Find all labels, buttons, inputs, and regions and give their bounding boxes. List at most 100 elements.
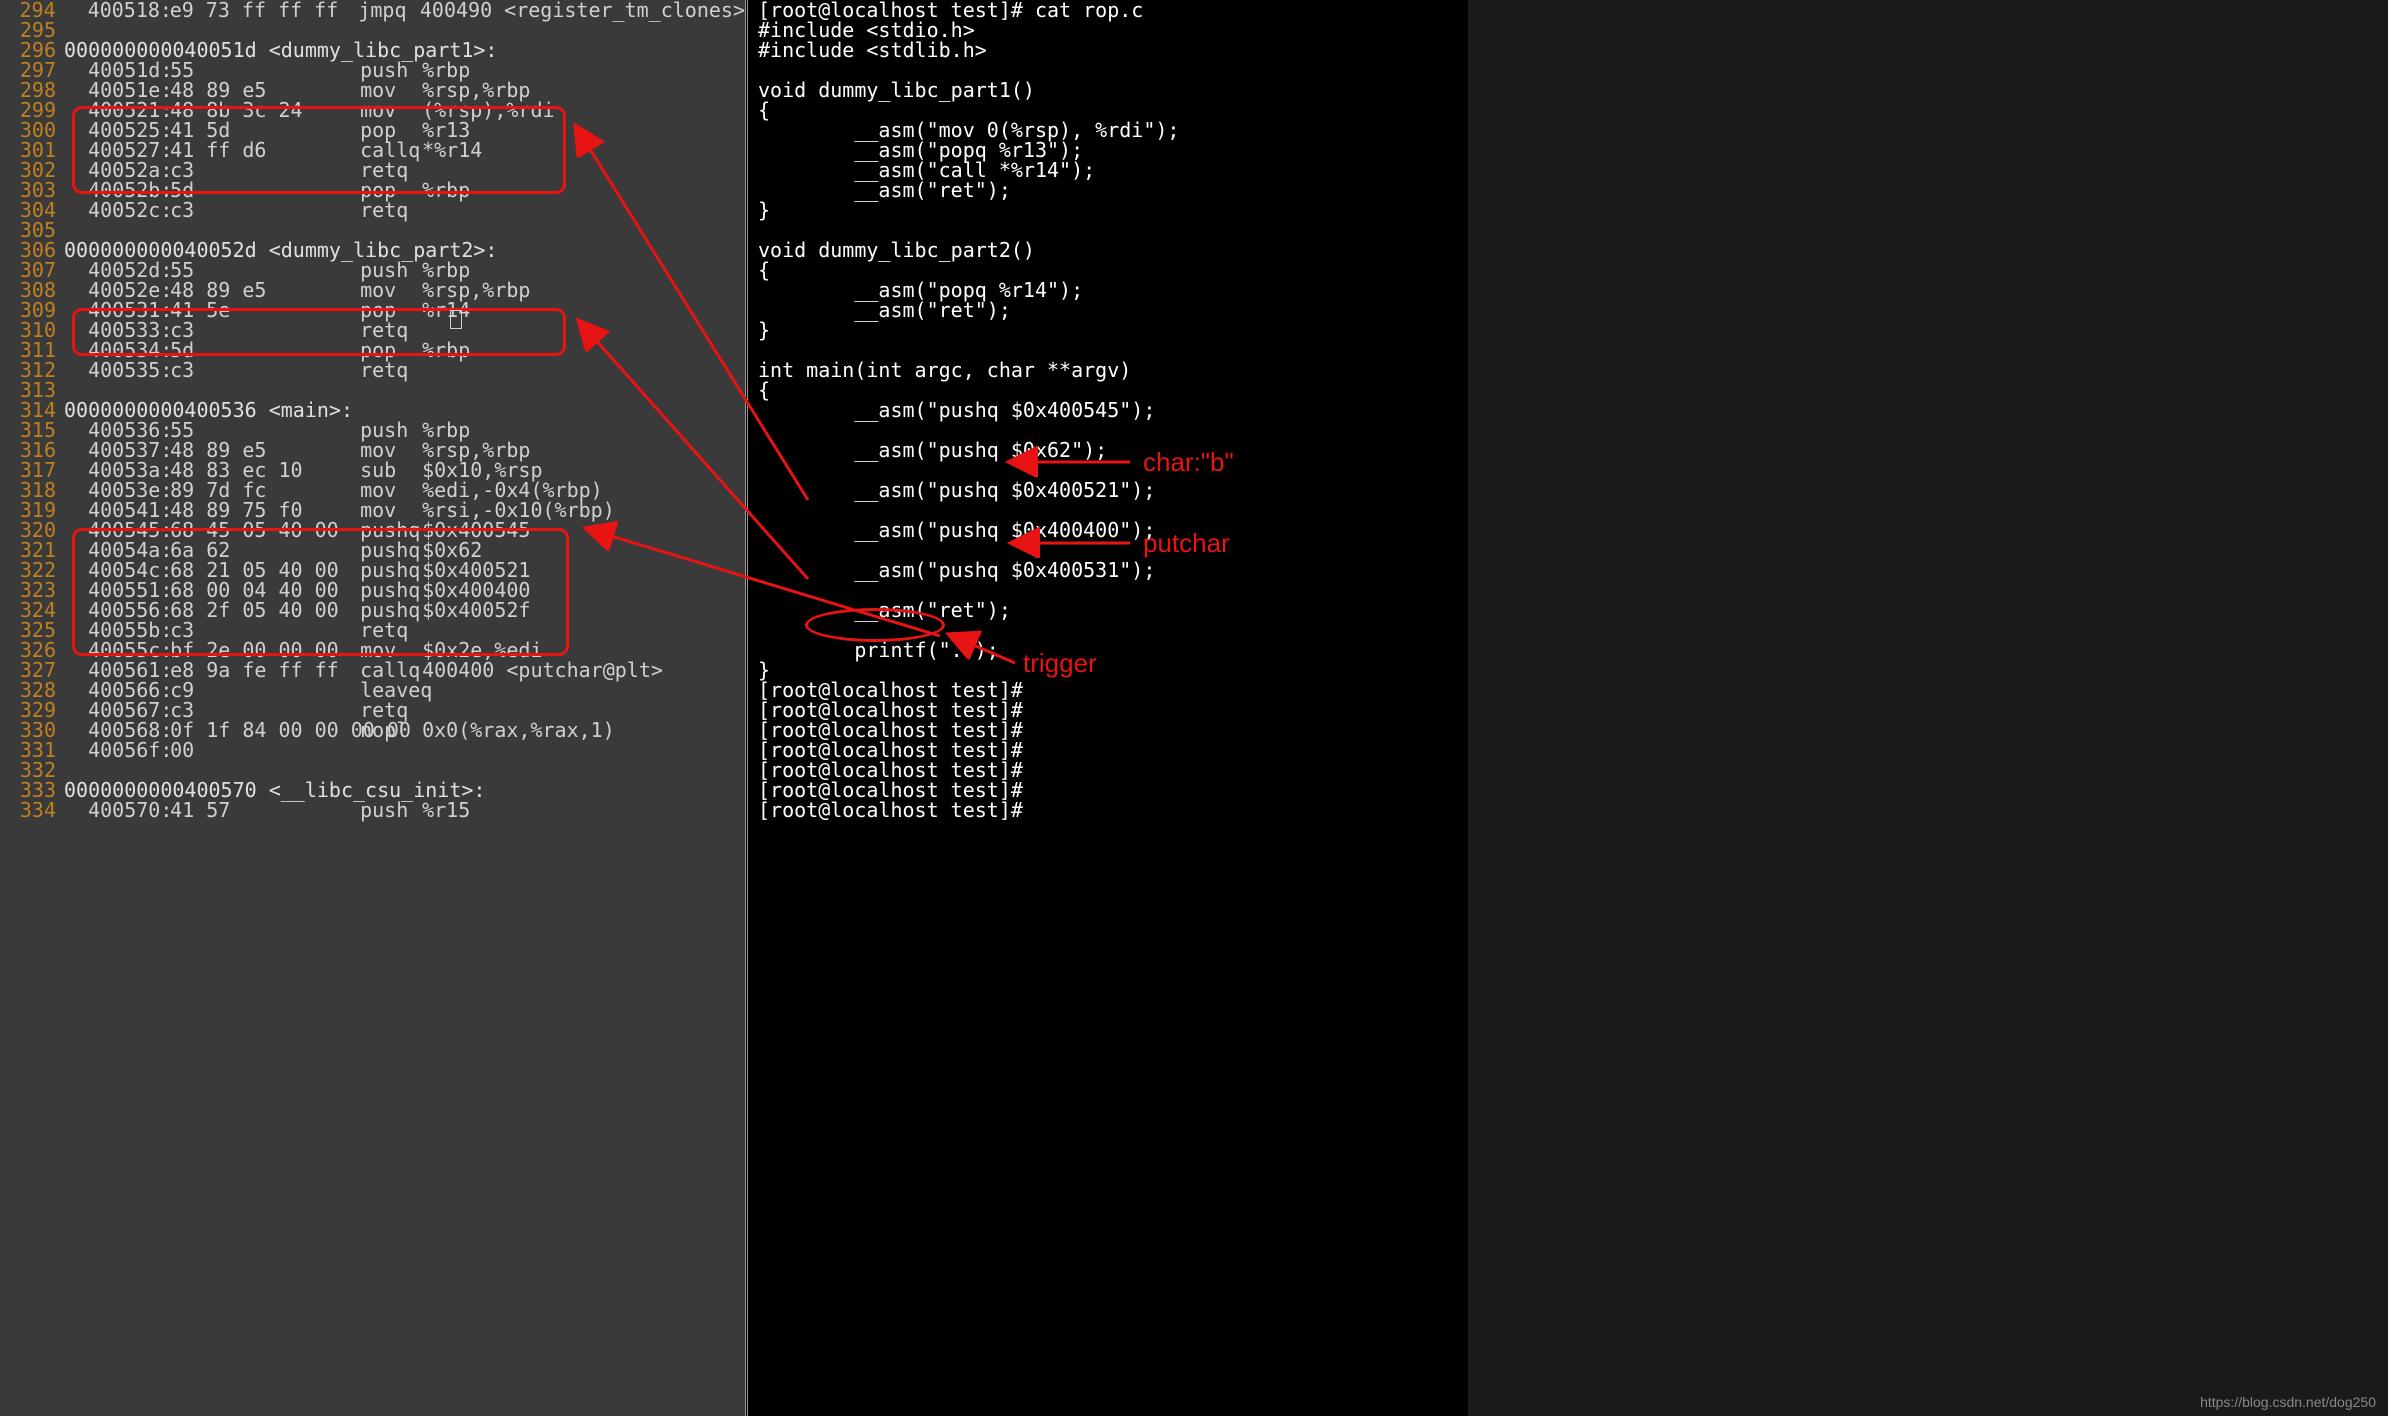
addr: 400535: bbox=[88, 360, 170, 380]
source-line bbox=[748, 460, 1468, 480]
hex-bytes: 55 bbox=[170, 60, 360, 80]
line-number: 311 bbox=[0, 340, 64, 360]
operands: 0x0(%rax,%rax,1) bbox=[422, 720, 615, 740]
line-number: 300 bbox=[0, 120, 64, 140]
line-number: 295 bbox=[0, 20, 64, 40]
operands: %rsp,%rbp bbox=[422, 280, 530, 300]
hex-bytes bbox=[170, 760, 360, 780]
disasm-line: 298 40051e:48 89 e5mov%rsp,%rbp bbox=[0, 80, 745, 100]
addr: 400537: bbox=[88, 440, 170, 460]
disasm-line: 3330000000000400570 <__libc_csu_init>: bbox=[0, 780, 745, 800]
line-number: 317 bbox=[0, 460, 64, 480]
line-number: 321 bbox=[0, 540, 64, 560]
operands: %rsi,-0x10(%rbp) bbox=[422, 500, 615, 520]
hex-bytes bbox=[170, 20, 360, 40]
operands: %rbp bbox=[422, 260, 470, 280]
hex-bytes: 55 bbox=[170, 260, 360, 280]
mnemonic: mov bbox=[360, 480, 422, 500]
line-number: 325 bbox=[0, 620, 64, 640]
source-line bbox=[748, 540, 1468, 560]
source-line: __asm("mov 0(%rsp), %rdi"); bbox=[748, 120, 1468, 140]
disasm-line: 297 40051d:55push%rbp bbox=[0, 60, 745, 80]
annot-char-b: char:"b" bbox=[1143, 447, 1234, 478]
mnemonic: mov bbox=[360, 280, 422, 300]
line-number: 301 bbox=[0, 140, 64, 160]
source-line: { bbox=[748, 260, 1468, 280]
mnemonic: push bbox=[360, 800, 422, 820]
addr bbox=[88, 220, 170, 240]
hex-bytes: 48 89 75 f0 bbox=[170, 500, 360, 520]
addr: 40052e: bbox=[88, 280, 170, 300]
mnemonic: retq bbox=[360, 200, 422, 220]
line-number: 297 bbox=[0, 60, 64, 80]
source-line bbox=[748, 340, 1468, 360]
text-cursor bbox=[450, 310, 462, 329]
source-line: [root@localhost test]# bbox=[748, 800, 1468, 820]
line-number: 310 bbox=[0, 320, 64, 340]
source-line: printf("."); bbox=[748, 640, 1468, 660]
hex-bytes: c3 bbox=[170, 700, 360, 720]
disasm-line: 307 40052d:55push%rbp bbox=[0, 260, 745, 280]
mnemonic bbox=[360, 380, 422, 400]
operands: %rsp,%rbp bbox=[422, 80, 530, 100]
hex-bytes: 55 bbox=[170, 420, 360, 440]
addr: 400518: bbox=[88, 0, 170, 20]
mnemonic: push bbox=[360, 420, 422, 440]
line-number: 323 bbox=[0, 580, 64, 600]
disasm-line: 295 bbox=[0, 20, 745, 40]
gadget-box-1 bbox=[72, 106, 566, 194]
addr: 400561: bbox=[88, 660, 170, 680]
source-line bbox=[748, 220, 1468, 240]
line-number: 302 bbox=[0, 160, 64, 180]
hex-bytes: c3 bbox=[170, 200, 360, 220]
source-line: { bbox=[748, 380, 1468, 400]
source-line bbox=[748, 420, 1468, 440]
mnemonic: mov bbox=[360, 440, 422, 460]
func-header: 000000000040051d <dummy_libc_part1>: bbox=[64, 40, 497, 60]
hex-bytes: c3 bbox=[170, 360, 360, 380]
hex-bytes: 41 57 bbox=[170, 800, 360, 820]
hex-bytes: 48 83 ec 10 bbox=[170, 460, 360, 480]
source-line: } bbox=[748, 200, 1468, 220]
hex-bytes: 89 7d fc bbox=[170, 480, 360, 500]
annot-trigger: trigger bbox=[1023, 648, 1097, 679]
addr: 40051e: bbox=[88, 80, 170, 100]
hex-bytes bbox=[170, 220, 360, 240]
line-number: 296 bbox=[0, 40, 64, 60]
mnemonic bbox=[360, 220, 422, 240]
addr: 40053a: bbox=[88, 460, 170, 480]
mnemonic: push bbox=[360, 60, 422, 80]
line-number: 319 bbox=[0, 500, 64, 520]
line-number: 312 bbox=[0, 360, 64, 380]
hex-bytes: 0f 1f 84 00 00 00 00 bbox=[170, 720, 360, 740]
line-number: 308 bbox=[0, 280, 64, 300]
source-line: void dummy_libc_part2() bbox=[748, 240, 1468, 260]
source-line bbox=[748, 580, 1468, 600]
disasm-line: 312 400535:c3retq bbox=[0, 360, 745, 380]
func-header: 0000000000400570 <__libc_csu_init>: bbox=[64, 780, 485, 800]
line-number: 334 bbox=[0, 800, 64, 820]
addr bbox=[88, 380, 170, 400]
source-line: __asm("popq %r13"); bbox=[748, 140, 1468, 160]
source-line: [root@localhost test]# cat rop.c bbox=[748, 0, 1468, 20]
line-number: 327 bbox=[0, 660, 64, 680]
addr: 400536: bbox=[88, 420, 170, 440]
line-number: 318 bbox=[0, 480, 64, 500]
addr: 400570: bbox=[88, 800, 170, 820]
disasm-line: 313 bbox=[0, 380, 745, 400]
operands: %edi,-0x4(%rbp) bbox=[422, 480, 603, 500]
disasm-line: 334 400570:41 57push%r15 bbox=[0, 800, 745, 820]
source-line: __asm("pushq $0x400400"); bbox=[748, 520, 1468, 540]
disasm-line: 3140000000000400536 <main>: bbox=[0, 400, 745, 420]
source-line: } bbox=[748, 320, 1468, 340]
addr: 400567: bbox=[88, 700, 170, 720]
func-header: 000000000040052d <dummy_libc_part2>: bbox=[64, 240, 497, 260]
addr: 400541: bbox=[88, 500, 170, 520]
source-line: [root@localhost test]# bbox=[748, 740, 1468, 760]
addr: 400568: bbox=[88, 720, 170, 740]
line-number: 328 bbox=[0, 680, 64, 700]
operands: 400490 <register_tm_clones> bbox=[420, 0, 745, 20]
hex-bytes: 48 89 e5 bbox=[170, 80, 360, 100]
disasm-line: 317 40053a:48 83 ec 10sub$0x10,%rsp bbox=[0, 460, 745, 480]
mnemonic: callq bbox=[360, 660, 422, 680]
